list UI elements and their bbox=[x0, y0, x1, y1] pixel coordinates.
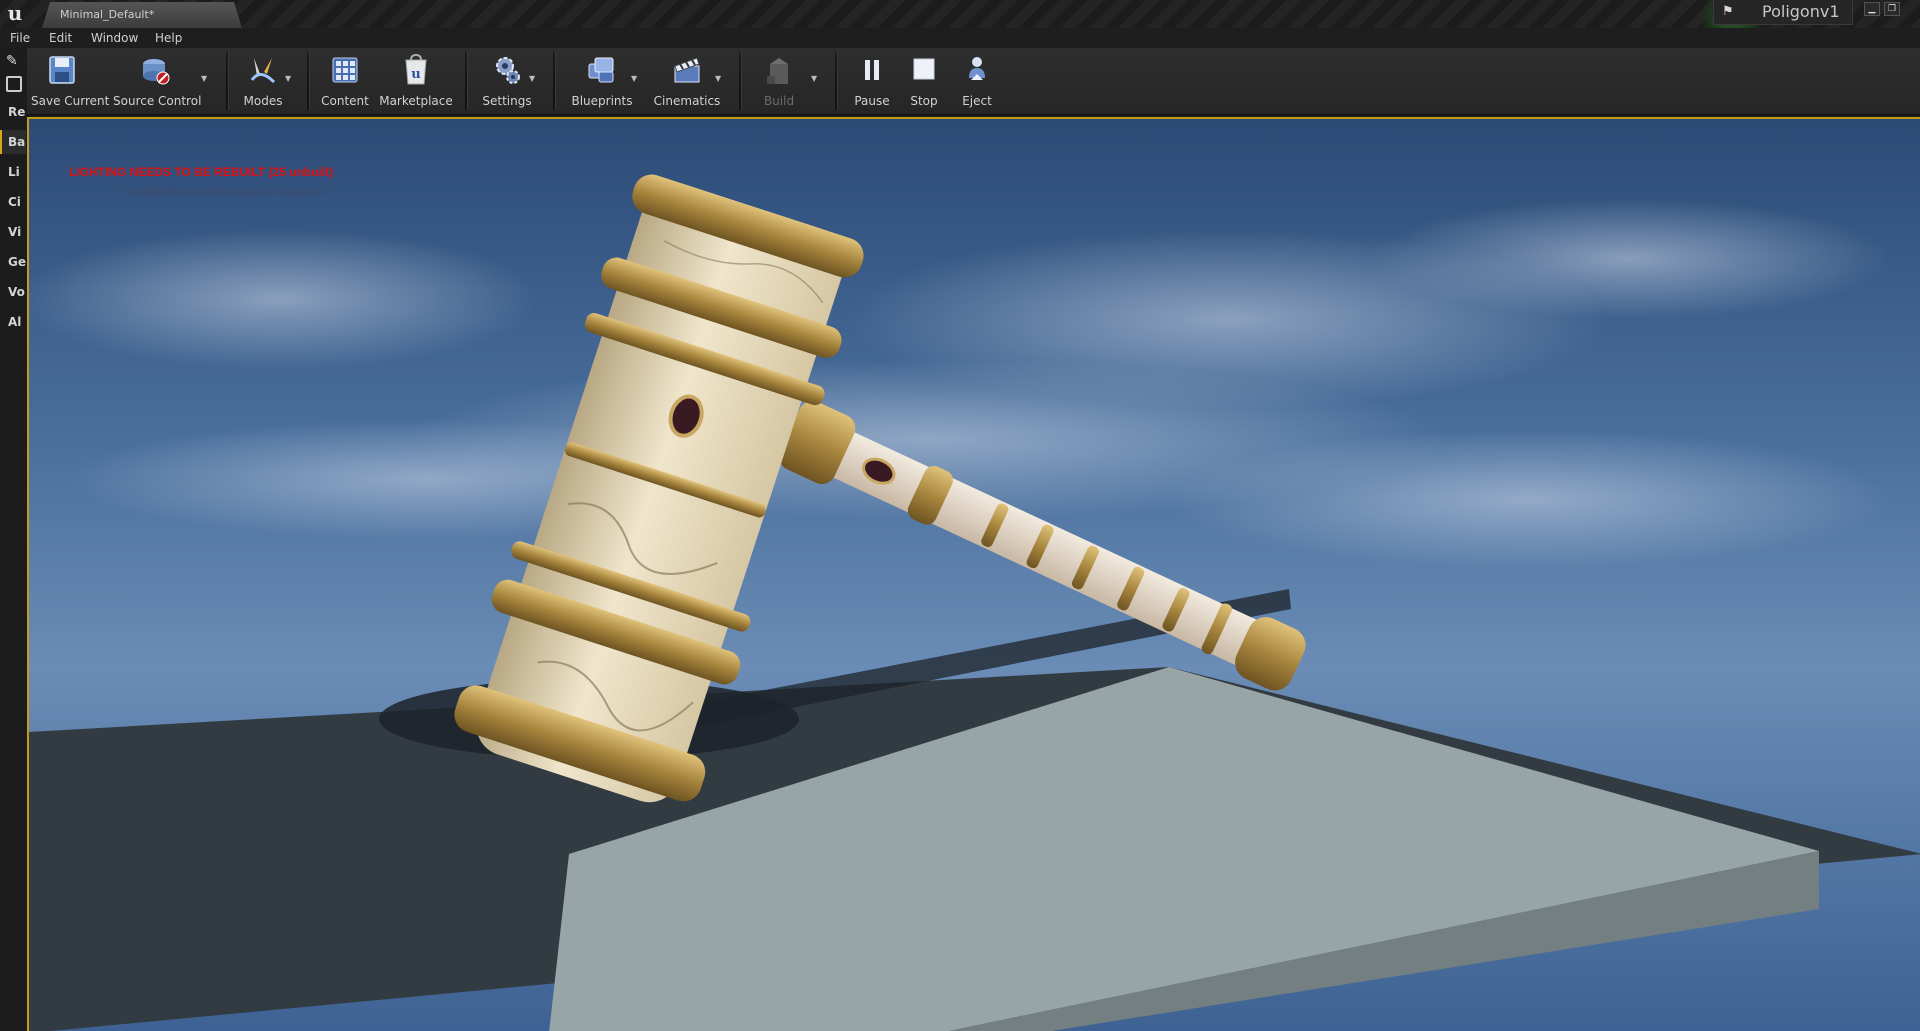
settings-label: Settings bbox=[482, 94, 532, 108]
blueprints-icon bbox=[588, 57, 614, 83]
toolbar-separator bbox=[553, 52, 556, 110]
cinematics-dropdown[interactable]: ▼ bbox=[715, 74, 725, 84]
stop-icon bbox=[913, 58, 935, 80]
toolbar-separator bbox=[226, 52, 229, 110]
content-label: Content bbox=[321, 94, 369, 108]
source-control-label: Source Control bbox=[113, 94, 202, 108]
pause-button[interactable]: Pause bbox=[847, 50, 897, 112]
toolbar-separator bbox=[739, 52, 742, 110]
menu-edit[interactable]: Edit bbox=[49, 30, 72, 46]
blueprints-button[interactable]: Blueprints bbox=[565, 50, 639, 112]
project-name: Poligonv1 bbox=[1762, 2, 1840, 21]
modes-label: Modes bbox=[243, 94, 283, 108]
left-tab-cinematic[interactable]: Ci bbox=[0, 190, 26, 214]
lighting-warning: LIGHTING NEEDS TO BE REBUILT (25 unbuilt… bbox=[69, 165, 334, 179]
pause-label: Pause bbox=[854, 94, 890, 108]
cinematics-label: Cinematics bbox=[653, 94, 721, 108]
restore-button[interactable]: ❐ bbox=[1884, 2, 1900, 16]
menu-window[interactable]: Window bbox=[91, 30, 138, 46]
menu-bar: File Edit Window Help bbox=[0, 28, 1920, 48]
stop-label: Stop bbox=[910, 94, 938, 108]
blueprints-dropdown[interactable]: ▼ bbox=[631, 74, 641, 84]
place-icon[interactable] bbox=[6, 76, 22, 92]
source-control-button[interactable]: Source Control bbox=[113, 50, 202, 112]
project-badge[interactable]: ⚑ Poligonv1 bbox=[1713, 0, 1853, 25]
modes-button[interactable]: Modes bbox=[235, 50, 291, 112]
blueprints-label: Blueprints bbox=[571, 94, 633, 108]
build-dropdown[interactable]: ▼ bbox=[811, 74, 821, 84]
unreal-logo-icon[interactable]: u bbox=[4, 2, 26, 24]
marketplace-icon: u bbox=[405, 54, 427, 85]
save-current-button[interactable]: Save Current bbox=[31, 50, 110, 112]
build-label: Build bbox=[763, 94, 795, 108]
content-icon bbox=[332, 57, 358, 83]
marketplace-button[interactable]: u Marketplace bbox=[377, 50, 455, 112]
left-tab-geometry[interactable]: Ge bbox=[0, 250, 26, 274]
left-panel-strip: ✎ Re Ba Li Ci Vi Ge Vo Al bbox=[0, 48, 28, 1031]
save-current-label: Save Current bbox=[31, 94, 110, 108]
level-viewport[interactable]: LIGHTING NEEDS TO BE REBUILT (25 unbuilt… bbox=[27, 117, 1920, 1031]
source-control-icon bbox=[143, 59, 170, 85]
graduation-cap-icon: ⚑ bbox=[1722, 4, 1734, 19]
modes-small-icon[interactable]: ✎ bbox=[6, 52, 24, 70]
cinematics-icon bbox=[674, 57, 700, 83]
modes-dropdown[interactable]: ▼ bbox=[285, 74, 295, 84]
marketplace-label: Marketplace bbox=[379, 94, 453, 108]
stop-button[interactable]: Stop bbox=[899, 50, 949, 112]
left-tab-lights[interactable]: Li bbox=[0, 160, 26, 184]
left-tab-basic[interactable]: Ba bbox=[0, 130, 26, 154]
left-tab-all-classes[interactable]: Al bbox=[0, 310, 26, 334]
toolbar-separator bbox=[307, 52, 310, 110]
source-control-dropdown[interactable]: ▼ bbox=[201, 74, 211, 84]
left-tab-visual-effects[interactable]: Vi bbox=[0, 220, 26, 244]
suppress-hint: 'DisableAllScreenMessages' to suppress bbox=[125, 186, 324, 198]
eject-button[interactable]: Eject bbox=[951, 50, 1003, 112]
settings-dropdown[interactable]: ▼ bbox=[529, 74, 539, 84]
menu-file[interactable]: File bbox=[10, 30, 30, 46]
eject-icon bbox=[969, 57, 985, 80]
modes-icon bbox=[250, 58, 276, 84]
menu-help[interactable]: Help bbox=[155, 30, 182, 46]
toolbar-separator bbox=[835, 52, 838, 110]
settings-icon bbox=[496, 57, 520, 84]
build-button[interactable]: Build bbox=[751, 50, 807, 112]
eject-label: Eject bbox=[962, 94, 992, 108]
left-tab-recent[interactable]: Re bbox=[0, 100, 26, 124]
minimize-button[interactable]: ▁ bbox=[1864, 2, 1880, 16]
svg-text:u: u bbox=[411, 67, 420, 82]
build-icon bbox=[767, 58, 788, 84]
document-tab[interactable]: Minimal_Default* bbox=[42, 2, 242, 28]
title-bar: u Minimal_Default* ⚑ Poligonv1 ▁ ❐ bbox=[0, 0, 1920, 50]
left-tab-volumes[interactable]: Vo bbox=[0, 280, 26, 304]
toolbar-separator bbox=[465, 52, 468, 110]
pause-icon bbox=[865, 60, 879, 80]
viewport-scene bbox=[29, 119, 1920, 1031]
content-button[interactable]: Content bbox=[317, 50, 373, 112]
main-toolbar: Save Current Source Control ▼ Modes ▼ Co… bbox=[27, 48, 1920, 115]
save-icon bbox=[49, 56, 75, 84]
